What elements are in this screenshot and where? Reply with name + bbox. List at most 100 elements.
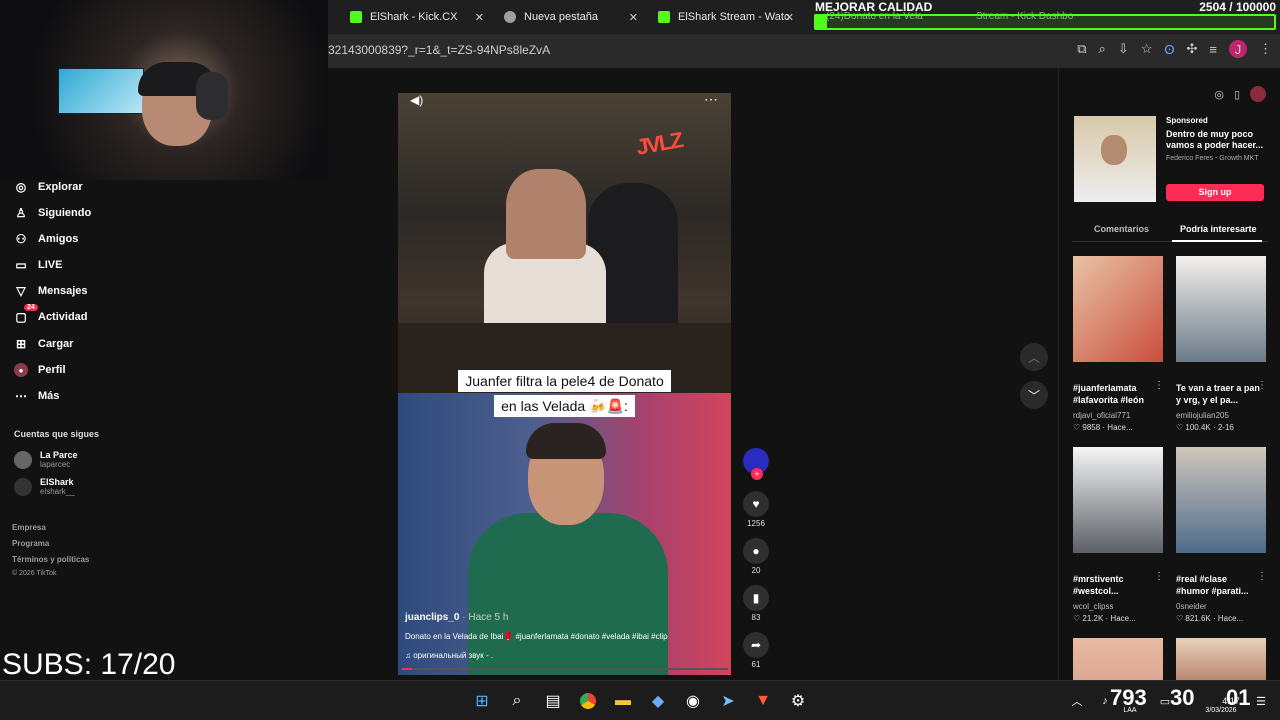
following-item-elshark[interactable]: ElShark elshark__: [14, 477, 75, 496]
save-button[interactable]: ▮ 83: [742, 585, 770, 622]
device-icon[interactable]: ▯: [1234, 88, 1240, 101]
telegram-icon[interactable]: ➤: [717, 691, 739, 711]
share-button[interactable]: ➦ 61: [742, 632, 770, 669]
follow-plus-icon[interactable]: +: [751, 468, 763, 480]
windows-start-icon[interactable]: ⊞: [471, 691, 493, 711]
footer-link-programa[interactable]: Programa: [12, 539, 49, 548]
video-progress[interactable]: [402, 668, 728, 670]
tray-chevron-icon[interactable]: ︿: [1066, 691, 1088, 711]
overlay-number: 793: [1110, 685, 1147, 710]
suggested-user[interactable]: rdjavi_oficial771: [1073, 411, 1130, 420]
obs-icon[interactable]: ◉: [682, 691, 704, 711]
sidebar-item-mas[interactable]: ⋯ Más: [14, 389, 59, 403]
tab-comentarios[interactable]: Comentarios: [1094, 224, 1149, 234]
close-icon[interactable]: ✕: [475, 11, 484, 24]
chevron-up-icon: ︿: [1027, 350, 1040, 365]
video-player[interactable]: JVLZ Juanfer filtra la pele4 de Donato e…: [398, 93, 731, 675]
tab-label: Nueva pestaña: [524, 11, 598, 23]
folder-icon[interactable]: ▬: [612, 691, 634, 711]
brave-icon[interactable]: ▼: [752, 691, 774, 711]
suggested-user[interactable]: emiliojulian205: [1176, 411, 1229, 420]
more-options-icon[interactable]: ⋯: [704, 93, 719, 108]
suggested-caption[interactable]: #real #clase #humor #parati...: [1176, 573, 1262, 597]
tab-nueva-pestana[interactable]: Nueva pestaña ✕: [494, 4, 644, 30]
footer-link-empresa[interactable]: Empresa: [12, 523, 46, 532]
post-time: · Hace 5 h: [459, 612, 509, 623]
profile-avatar-small[interactable]: [1250, 86, 1266, 102]
bookmark-star-icon[interactable]: ☆: [1141, 41, 1153, 57]
sidebar-item-perfil[interactable]: ● Perfil: [14, 363, 66, 377]
suggested-caption[interactable]: #mrstiventc #westcol...: [1073, 573, 1159, 597]
install-icon[interactable]: ⇩: [1118, 41, 1129, 57]
suggested-video-thumb[interactable]: [1176, 447, 1266, 553]
previous-video-button[interactable]: ︿: [1020, 343, 1048, 371]
suggested-caption[interactable]: #juanferlamata #lafavorita #león: [1073, 382, 1159, 406]
next-video-button[interactable]: ﹀: [1020, 381, 1048, 409]
sidebar-item-mensajes[interactable]: ▽ Mensajes: [14, 284, 87, 298]
following-item-laparce[interactable]: La Parce laparcec: [14, 450, 78, 469]
sidebar-item-siguiendo[interactable]: ♙ Siguiendo: [14, 206, 92, 220]
inbox-icon: ▢ 24: [14, 304, 38, 324]
avatar: [14, 450, 32, 469]
screen: ElShark - Kick.CX ✕ Nueva pestaña ✕ ElSh…: [0, 0, 1280, 720]
suggested-video-thumb[interactable]: [1176, 256, 1266, 362]
suggested-video-thumb[interactable]: [1176, 638, 1266, 680]
comment-button[interactable]: ● 20: [742, 538, 770, 575]
tiktok-sidebar: ◎ Explorar ♙ Siguiendo ⚇ Amigos ▭ LIVE ▽ Mens…: [0, 180, 328, 680]
footer-link-terminos[interactable]: Términos y políticas: [12, 555, 89, 564]
sidebar-item-live[interactable]: ▭ LIVE: [14, 258, 62, 272]
search-icon[interactable]: ⌕: [506, 691, 528, 711]
video-caption: Juanfer filtra la pele4 de Donato en las…: [398, 369, 731, 419]
sign-up-button[interactable]: Sign up: [1166, 184, 1264, 201]
suggested-video-thumb[interactable]: [1073, 638, 1163, 680]
suggested-meta: ♡ 100.4K · 2-16: [1176, 423, 1234, 432]
profile-avatar[interactable]: J: [1229, 40, 1247, 58]
nav-label: LIVE: [38, 259, 63, 271]
sidebar-item-actividad[interactable]: ▢ 24 Actividad: [14, 304, 88, 324]
like-button[interactable]: ♥ 1256: [742, 491, 770, 528]
notification-icon[interactable]: ☰: [1250, 691, 1272, 711]
account-name: La Parce: [40, 450, 78, 460]
video-author[interactable]: juanclips_0 · Hace 5 h: [405, 612, 508, 623]
tab-elshark-stream[interactable]: ElShark Stream - Watc ✕: [648, 4, 800, 30]
task-view-icon[interactable]: ▤: [542, 691, 564, 711]
close-icon[interactable]: ✕: [629, 11, 638, 24]
suggested-video-thumb[interactable]: [1073, 447, 1163, 553]
suggested-video-thumb[interactable]: [1073, 256, 1163, 362]
extension-bluetooth-icon[interactable]: ʘ: [1164, 42, 1174, 57]
creator-avatar-button[interactable]: +: [742, 448, 770, 480]
volume-icon[interactable]: ◀): [410, 93, 423, 107]
chrome-icon[interactable]: [577, 691, 599, 711]
ad-headline[interactable]: Dentro de muy poco vamos a poder hacer..…: [1166, 129, 1270, 151]
suggested-user[interactable]: wcol_clipss: [1073, 602, 1113, 611]
sidebar-item-cargar[interactable]: ⊞ Cargar: [14, 337, 74, 351]
user-follow-icon: ♙: [15, 206, 27, 220]
right-panel-top-icons: ◎ ▯: [1214, 86, 1266, 102]
suggested-meta: ♡ 821.6K · Hace...: [1176, 614, 1244, 623]
zoom-icon[interactable]: ⌕: [1099, 41, 1106, 57]
settings-gear-icon[interactable]: ⚙: [787, 691, 809, 711]
more-options-icon[interactable]: ⋮: [1257, 380, 1267, 391]
url-field[interactable]: 32143000839?_r=1&_t=ZS-94NPs8leZvA: [328, 43, 550, 57]
tab-elshark-kick[interactable]: ElShark - Kick.CX ✕: [340, 4, 490, 30]
person-left-face: [506, 169, 586, 259]
suggested-user[interactable]: 0sneider: [1176, 602, 1207, 611]
suggested-caption[interactable]: Te van a traer a pan y vrg, y el pa...: [1176, 382, 1262, 406]
media-icon[interactable]: ≡: [1209, 42, 1217, 57]
tab-podria-interesarte[interactable]: Podría interesarte: [1180, 224, 1257, 234]
extensions-icon[interactable]: ✣: [1187, 41, 1198, 57]
headset: [196, 72, 228, 120]
more-options-icon[interactable]: ⋮: [1257, 571, 1267, 582]
translate-icon[interactable]: ⧉: [1077, 41, 1086, 57]
close-icon[interactable]: ✕: [785, 11, 794, 24]
upload-icon: ⊞: [15, 337, 27, 351]
app-icon[interactable]: ◆: [647, 691, 669, 711]
video-sound[interactable]: ♫ оригинальный звук - .: [405, 651, 493, 660]
more-options-icon[interactable]: ⋮: [1154, 380, 1164, 391]
sidebar-item-amigos[interactable]: ⚇ Amigos: [14, 232, 79, 246]
sidebar-item-explorar[interactable]: ◎ Explorar: [14, 180, 83, 194]
compass-small-icon[interactable]: ◎: [1214, 88, 1224, 101]
more-options-icon[interactable]: ⋮: [1154, 571, 1164, 582]
menu-dots-icon[interactable]: ⋮: [1259, 41, 1272, 57]
goal-title: MEJORAR CALIDAD: [815, 0, 933, 14]
